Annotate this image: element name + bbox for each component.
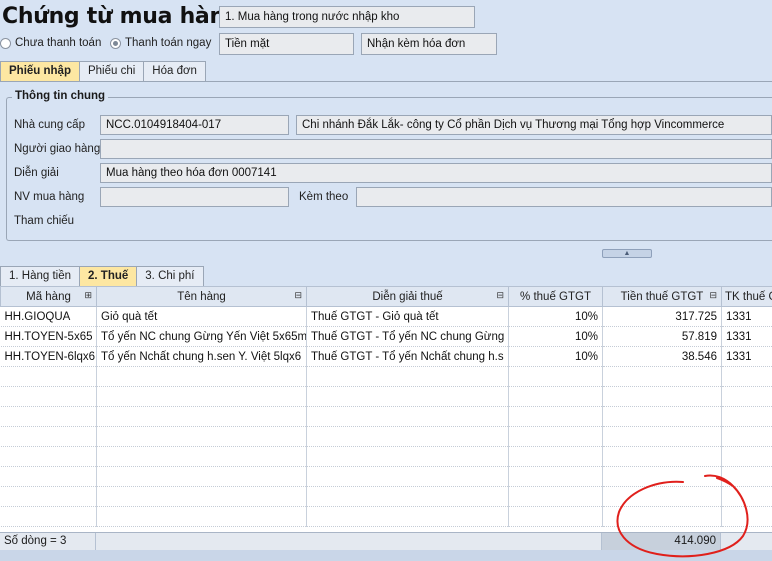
- footer-spacer: [96, 533, 602, 551]
- supplier-label: Nhà cung cấp: [14, 119, 85, 131]
- table-row[interactable]: HH.TOYEN-6lqx6 Tổ yến Nchất chung h.sen …: [0, 346, 772, 367]
- deliverer-field[interactable]: [100, 139, 772, 159]
- document-tabs: Phiếu nhập Phiếu chi Hóa đơn: [0, 61, 206, 81]
- col-tax-desc-label: Diễn giải thuế: [372, 290, 443, 303]
- annotation-stroke: [616, 474, 749, 558]
- detail-tabs: 1. Hàng tiền 2. Thuế 3. Chi phí: [0, 266, 204, 286]
- cell-vat-rate[interactable]: 10%: [508, 306, 603, 327]
- tab-invoice-label: Hóa đơn: [152, 65, 197, 77]
- cell-tax-account[interactable]: 1331: [721, 326, 772, 347]
- col-vat-amount-label: Tiền thuế GTGT: [620, 290, 704, 303]
- invoice-option-select[interactable]: Nhận kèm hóa đơn: [361, 33, 497, 55]
- col-header-item-name[interactable]: Tên hàng ⊟: [96, 286, 307, 307]
- cell-tax-desc[interactable]: Thuế GTGT - Tổ yến NC chung Gừng: [306, 326, 509, 347]
- cell-vat-amount[interactable]: 317.725: [602, 306, 722, 327]
- cell-tax-account[interactable]: 1331: [721, 306, 772, 327]
- tab-payment-label: Phiếu chi: [87, 65, 136, 77]
- cell-item-code[interactable]: HH.TOYEN-5x65: [0, 326, 97, 347]
- supplier-name-field[interactable]: Chi nhánh Đắk Lắk- công ty Cổ phần Dịch …: [296, 115, 772, 135]
- radio-unpaid-dot[interactable]: [0, 37, 11, 49]
- col-item-code-label: Mã hàng: [26, 290, 71, 303]
- empty-row[interactable]: [0, 406, 772, 427]
- payment-method-select[interactable]: Tiền mặt: [219, 33, 354, 55]
- tab-tax-label: 2. Thuế: [88, 270, 129, 282]
- empty-row[interactable]: [0, 426, 772, 447]
- tab-receipt[interactable]: Phiếu nhập: [0, 61, 80, 81]
- cell-tax-desc[interactable]: Thuế GTGT - Giỏ quà tết: [306, 306, 509, 327]
- cell-vat-rate[interactable]: 10%: [508, 346, 603, 367]
- table-row[interactable]: HH.TOYEN-5x65 Tổ yến NC chung Gừng Yến V…: [0, 326, 772, 347]
- pin-icon[interactable]: ⊟: [496, 290, 504, 301]
- transaction-type-select[interactable]: 1. Mua hàng trong nước nhập kho: [219, 6, 475, 28]
- description-field[interactable]: Mua hàng theo hóa đơn 0007141: [100, 163, 772, 183]
- radio-pay-now[interactable]: Thanh toán ngay: [110, 35, 211, 51]
- cell-item-code[interactable]: HH.GIOQUA: [0, 306, 97, 327]
- general-info-title: Thông tin chung: [12, 90, 109, 102]
- reference-label: Tham chiếu: [14, 215, 75, 227]
- tab-cost[interactable]: 3. Chi phí: [136, 266, 204, 286]
- cell-tax-account[interactable]: 1331: [721, 346, 772, 367]
- tab-tax[interactable]: 2. Thuế: [79, 266, 138, 286]
- page-title: Chứng từ mua hàng: [2, 4, 241, 29]
- collapse-handle[interactable]: ▲: [602, 249, 652, 258]
- col-header-item-code[interactable]: Mã hàng ⊞: [0, 286, 97, 307]
- annotation-circle: [616, 474, 749, 558]
- pin-icon[interactable]: ⊟: [709, 290, 717, 301]
- row-count: Số dòng = 3: [0, 533, 96, 551]
- description-label: Diễn giải: [14, 167, 59, 179]
- cell-item-code[interactable]: HH.TOYEN-6lqx6: [0, 346, 97, 367]
- tab-invoice[interactable]: Hóa đơn: [143, 61, 206, 81]
- col-item-name-label: Tên hàng: [177, 290, 226, 303]
- col-header-tax-desc[interactable]: Diễn giải thuế ⊟: [306, 286, 509, 307]
- col-vat-rate-label: % thuế GTGT: [520, 290, 591, 303]
- radio-pay-now-label: Thanh toán ngay: [125, 37, 212, 49]
- empty-row[interactable]: [0, 386, 772, 407]
- table-row[interactable]: HH.GIOQUA Giỏ quà tết Thuế GTGT - Giỏ qu…: [0, 306, 772, 327]
- cell-vat-rate[interactable]: 10%: [508, 326, 603, 347]
- empty-row[interactable]: [0, 366, 772, 387]
- cell-item-name[interactable]: Tổ yến NC chung Gừng Yến Việt 5x65m: [96, 326, 307, 347]
- empty-row[interactable]: [0, 446, 772, 467]
- deliverer-label: Người giao hàng: [14, 143, 101, 155]
- buyer-label: NV mua hàng: [14, 191, 85, 203]
- table-header-row: Mã hàng ⊞ Tên hàng ⊟ Diễn giải thuế ⊟ % thu…: [0, 286, 772, 307]
- tab-payment[interactable]: Phiếu chi: [78, 61, 145, 81]
- attach-label: Kèm theo: [299, 191, 349, 203]
- buyer-field[interactable]: [100, 187, 289, 207]
- tab-receipt-label: Phiếu nhập: [9, 65, 71, 77]
- pin-icon[interactable]: ⊟: [294, 290, 302, 301]
- tab-goods-label: 1. Hàng tiền: [9, 270, 72, 282]
- cell-vat-amount[interactable]: 57.819: [602, 326, 722, 347]
- pin-icon[interactable]: ⊞: [84, 290, 92, 301]
- col-tax-account-label: TK thuế G: [725, 290, 772, 303]
- attach-field[interactable]: [356, 187, 772, 207]
- tab-goods[interactable]: 1. Hàng tiền: [0, 266, 81, 286]
- radio-unpaid[interactable]: Chưa thanh toán: [0, 35, 101, 51]
- col-header-vat-rate[interactable]: % thuế GTGT: [508, 286, 603, 307]
- col-header-vat-amount[interactable]: Tiền thuế GTGT ⊟: [602, 286, 722, 307]
- cell-tax-desc[interactable]: Thuế GTGT - Tổ yến Nchất chung h.s: [306, 346, 509, 367]
- cell-item-name[interactable]: Giỏ quà tết: [96, 306, 307, 327]
- radio-pay-now-dot[interactable]: [110, 37, 121, 49]
- col-header-tax-account[interactable]: TK thuế G: [721, 286, 772, 307]
- radio-unpaid-label: Chưa thanh toán: [15, 37, 102, 49]
- cell-vat-amount[interactable]: 38.546: [602, 346, 722, 367]
- tab-cost-label: 3. Chi phí: [145, 270, 195, 282]
- cell-item-name[interactable]: Tổ yến Nchất chung h.sen Y. Việt 5lqx6: [96, 346, 307, 367]
- supplier-code-field[interactable]: NCC.0104918404-017: [100, 115, 289, 135]
